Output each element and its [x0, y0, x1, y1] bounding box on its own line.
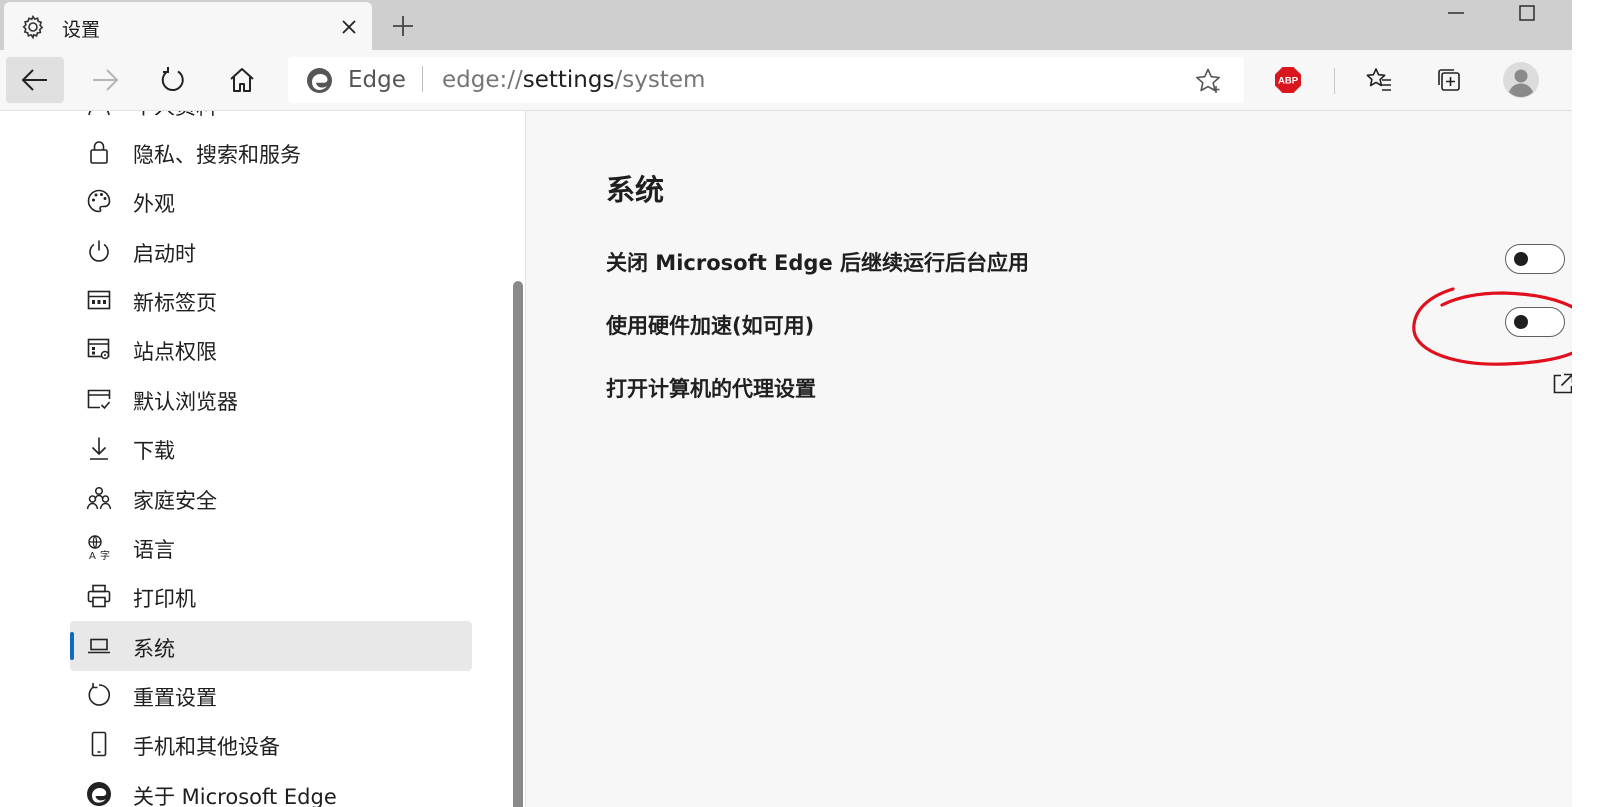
url-path: /system	[614, 67, 706, 93]
sidebar-item-label: 个人资料	[133, 111, 217, 121]
edge-logo-icon	[86, 781, 112, 807]
sidebar-item-languages[interactable]: A字 语言	[70, 522, 472, 572]
phone-icon	[86, 731, 112, 757]
close-tab-icon[interactable]	[336, 14, 362, 40]
sidebar-item-reset-settings[interactable]: 重置设置	[70, 670, 472, 720]
new-tab-button[interactable]	[386, 10, 420, 42]
url-prefix: edge://	[442, 67, 523, 93]
svg-text:A: A	[89, 551, 96, 560]
sidebar-item-label: 站点权限	[133, 340, 217, 364]
sidebar-item-printers[interactable]: 打印机	[70, 571, 472, 621]
maximize-button[interactable]	[1505, 0, 1549, 26]
sidebar-item-privacy[interactable]: 隐私、搜索和服务	[70, 127, 472, 177]
address-bar[interactable]: Edge edge://settings/system	[288, 57, 1244, 103]
browser-toolbar: Edge edge://settings/system ABP	[0, 50, 1572, 111]
background-apps-toggle[interactable]	[1505, 244, 1565, 274]
sidebar-item-label: 系统	[133, 637, 175, 661]
sidebar-scrollbar[interactable]	[513, 281, 523, 807]
page-title: 系统	[606, 173, 665, 207]
printer-icon	[86, 583, 112, 609]
lock-icon	[86, 139, 112, 165]
sidebar-item-label: 打印机	[133, 587, 196, 611]
sidebar-item-label: 外观	[133, 192, 175, 216]
sidebar-item-label: 手机和其他设备	[133, 735, 280, 759]
site-identity: Edge	[348, 67, 406, 93]
laptop-icon	[86, 633, 112, 659]
settings-sidebar: 个人资料 隐私、搜索和服务 外观 启动时 新标签页 站点权限 默	[0, 111, 526, 807]
url-host: settings	[522, 67, 615, 93]
download-icon	[86, 435, 112, 461]
reload-button[interactable]	[144, 57, 202, 103]
sidebar-item-site-permissions[interactable]: 站点权限	[70, 324, 472, 374]
reset-icon	[86, 682, 112, 708]
sidebar-item-label: 启动时	[133, 242, 196, 266]
palette-icon	[86, 188, 112, 214]
forward-button[interactable]	[76, 57, 134, 103]
setting-label: 打开计算机的代理设置	[606, 377, 816, 401]
setting-label: 关闭 Microsoft Edge 后继续运行后台应用	[606, 251, 1030, 275]
default-browser-icon	[86, 386, 112, 412]
minimize-button[interactable]	[1434, 0, 1478, 26]
sidebar-item-label: 新标签页	[133, 291, 217, 315]
tab-title: 设置	[62, 19, 101, 41]
favorites-button[interactable]	[1355, 57, 1403, 103]
setting-label: 使用硬件加速(如可用)	[606, 314, 815, 338]
collections-button[interactable]	[1425, 57, 1473, 103]
sidebar-item-appearance[interactable]: 外观	[70, 176, 472, 226]
settings-content: 系统 关闭 Microsoft Edge 后继续运行后台应用 使用硬件加速(如可…	[526, 111, 1574, 807]
sidebar-item-label: 语言	[133, 538, 175, 562]
setting-background-apps: 关闭 Microsoft Edge 后继续运行后台应用	[606, 241, 1565, 281]
svg-text:字: 字	[100, 549, 110, 560]
adblock-plus-icon[interactable]: ABP	[1274, 66, 1302, 94]
selected-indicator	[70, 632, 74, 660]
url-text[interactable]: edge://settings/system	[442, 67, 705, 93]
sidebar-item-label: 隐私、搜索和服务	[133, 143, 301, 167]
family-icon	[86, 485, 112, 511]
edge-logo-icon	[306, 67, 333, 94]
gear-icon	[20, 14, 46, 40]
address-separator	[422, 66, 423, 92]
sidebar-item-label: 重置设置	[133, 686, 217, 710]
sidebar-item-phone-devices[interactable]: 手机和其他设备	[70, 719, 472, 769]
setting-hardware-acceleration: 使用硬件加速(如可用)	[606, 304, 1565, 344]
sidebar-item-system[interactable]: 系统	[70, 621, 472, 671]
home-button[interactable]	[213, 57, 271, 103]
svg-text:ABP: ABP	[1278, 76, 1299, 87]
page-edge	[1572, 0, 1600, 807]
sidebar-item-default-browser[interactable]: 默认浏览器	[70, 374, 472, 424]
sidebar-item-label: 下载	[133, 439, 175, 463]
add-favorite-star-icon[interactable]	[1194, 67, 1222, 95]
site-permissions-icon	[86, 336, 112, 362]
sidebar-item-label: 默认浏览器	[133, 390, 238, 414]
profile-avatar[interactable]	[1497, 57, 1545, 103]
new-tab-page-icon	[86, 287, 112, 313]
language-icon: A字	[86, 534, 112, 562]
sidebar-item-on-startup[interactable]: 启动时	[70, 226, 472, 276]
setting-proxy[interactable]: 打开计算机的代理设置	[606, 367, 1574, 407]
sidebar-item-downloads[interactable]: 下载	[70, 423, 472, 473]
tab-settings[interactable]: 设置	[4, 2, 372, 50]
sidebar-item-label: 关于 Microsoft Edge	[133, 785, 337, 807]
toolbar-separator	[1334, 68, 1335, 94]
sidebar-item-about-edge[interactable]: 关于 Microsoft Edge	[70, 769, 472, 807]
sidebar-item-label: 家庭安全	[133, 489, 217, 513]
toggle-knob	[1514, 252, 1528, 266]
sidebar-item-new-tab-page[interactable]: 新标签页	[70, 275, 472, 325]
back-button[interactable]	[6, 57, 64, 103]
person-icon	[86, 111, 112, 117]
sidebar-item-family-safety[interactable]: 家庭安全	[70, 473, 472, 523]
power-icon	[86, 238, 112, 264]
tab-strip: 设置	[0, 0, 1572, 50]
